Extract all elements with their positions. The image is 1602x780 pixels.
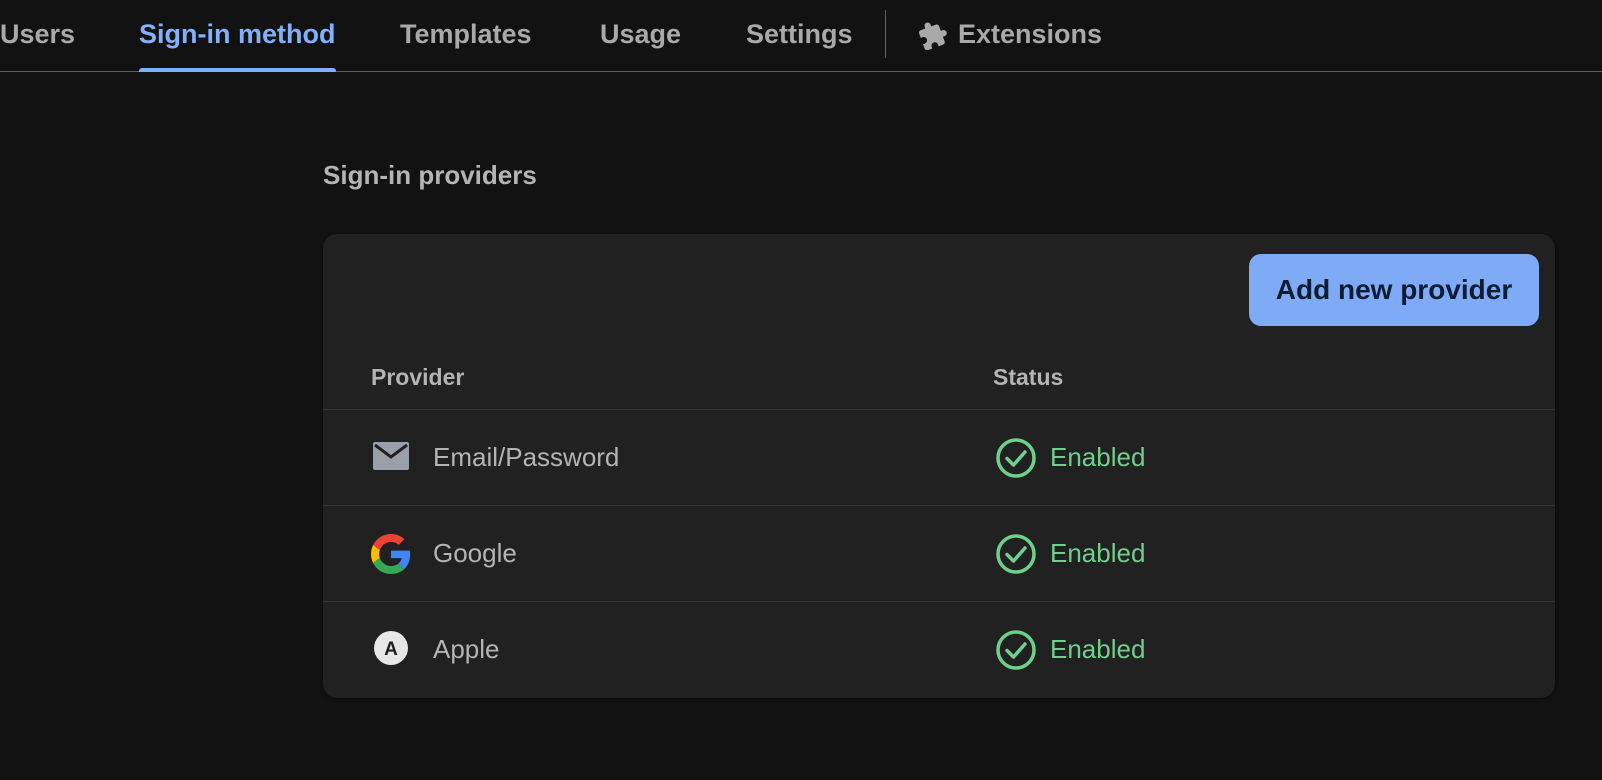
table-row-google[interactable]: Google Enabled: [323, 506, 1555, 602]
status-label: Enabled: [1050, 634, 1146, 664]
envelope-icon: [373, 442, 409, 470]
svg-text:A: A: [384, 639, 398, 660]
tab-bar: Users Sign-in method Templates Usage Set…: [0, 0, 1602, 72]
check-circle-icon: [996, 630, 1036, 670]
active-tab-indicator: [139, 68, 336, 72]
check-circle-icon: [996, 534, 1036, 574]
status-label: Enabled: [1050, 442, 1146, 472]
puzzle-piece-icon[interactable]: [918, 20, 948, 50]
tab-sign-in-method[interactable]: Sign-in method: [139, 0, 335, 72]
column-header-provider: Provider: [371, 364, 465, 390]
provider-name: Google: [433, 538, 517, 568]
providers-card: Add new provider Provider Status Email/P…: [323, 234, 1555, 698]
google-logo-icon: [371, 534, 411, 574]
column-header-status: Status: [993, 364, 1064, 390]
status-label: Enabled: [1050, 538, 1146, 568]
tab-usage[interactable]: Usage: [600, 0, 681, 72]
tab-templates[interactable]: Templates: [400, 0, 532, 72]
apple-badge-icon: A: [374, 631, 408, 665]
tab-users[interactable]: Users: [0, 0, 75, 72]
table-row-email-password[interactable]: Email/Password Enabled: [323, 410, 1555, 506]
provider-name: Email/Password: [433, 442, 620, 472]
add-new-provider-button[interactable]: Add new provider: [1249, 254, 1539, 326]
tab-divider: [885, 10, 886, 58]
table-row-apple[interactable]: A Apple Enabled: [323, 602, 1555, 698]
section-title: Sign-in providers: [323, 160, 537, 190]
tab-extensions[interactable]: Extensions: [958, 0, 1102, 72]
check-circle-icon: [996, 438, 1036, 478]
tab-settings[interactable]: Settings: [746, 0, 853, 72]
provider-name: Apple: [433, 634, 500, 664]
